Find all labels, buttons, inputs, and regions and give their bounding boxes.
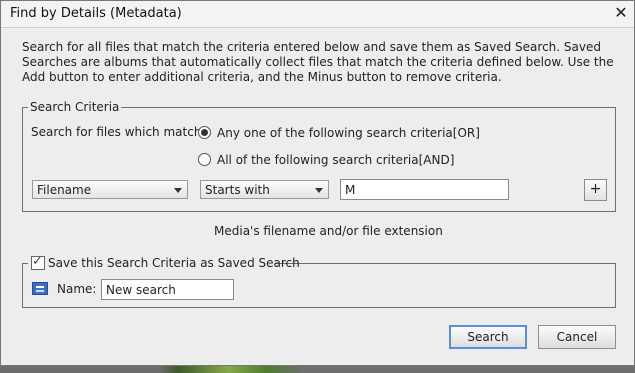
background-image-strip	[0, 365, 635, 373]
saved-search-icon	[32, 282, 48, 295]
operator-select-value: Starts with	[205, 183, 270, 197]
chevron-down-icon	[174, 188, 182, 193]
radio-all-criteria[interactable]	[198, 153, 211, 166]
find-by-details-dialog: Find by Details (Metadata) ✕ Search for …	[0, 0, 635, 366]
add-criteria-button[interactable]: +	[584, 179, 607, 201]
match-label: Search for files which match:	[31, 125, 206, 139]
radio-all-label[interactable]: All of the following search criteria[AND…	[217, 153, 454, 167]
save-search-checkbox-label[interactable]: Save this Search Criteria as Saved Searc…	[48, 256, 300, 270]
criteria-hint: Media's filename and/or file extension	[214, 224, 443, 238]
save-search-legend: ✓ Save this Search Criteria as Saved Sea…	[28, 254, 300, 271]
chevron-down-icon	[315, 188, 323, 193]
radio-any-criteria[interactable]	[198, 126, 211, 139]
search-criteria-legend: Search Criteria	[28, 100, 122, 114]
operator-select[interactable]: Starts with	[200, 180, 329, 199]
search-button[interactable]: Search	[449, 325, 527, 349]
save-search-checkbox[interactable]: ✓	[31, 254, 45, 270]
field-select-value: Filename	[37, 183, 92, 197]
name-label: Name:	[57, 282, 97, 296]
title-bar: Find by Details (Metadata) ✕	[1, 1, 634, 28]
dialog-title: Find by Details (Metadata)	[10, 6, 182, 21]
close-icon[interactable]: ✕	[612, 4, 630, 22]
criteria-value-input[interactable]	[340, 179, 509, 200]
intro-text: Search for all files that match the crit…	[22, 40, 614, 84]
saved-search-name-input[interactable]	[101, 279, 234, 300]
cancel-button[interactable]: Cancel	[538, 325, 616, 349]
checkmark-icon: ✓	[32, 254, 43, 269]
field-select[interactable]: Filename	[32, 180, 188, 199]
radio-any-label[interactable]: Any one of the following search criteria…	[217, 126, 480, 140]
